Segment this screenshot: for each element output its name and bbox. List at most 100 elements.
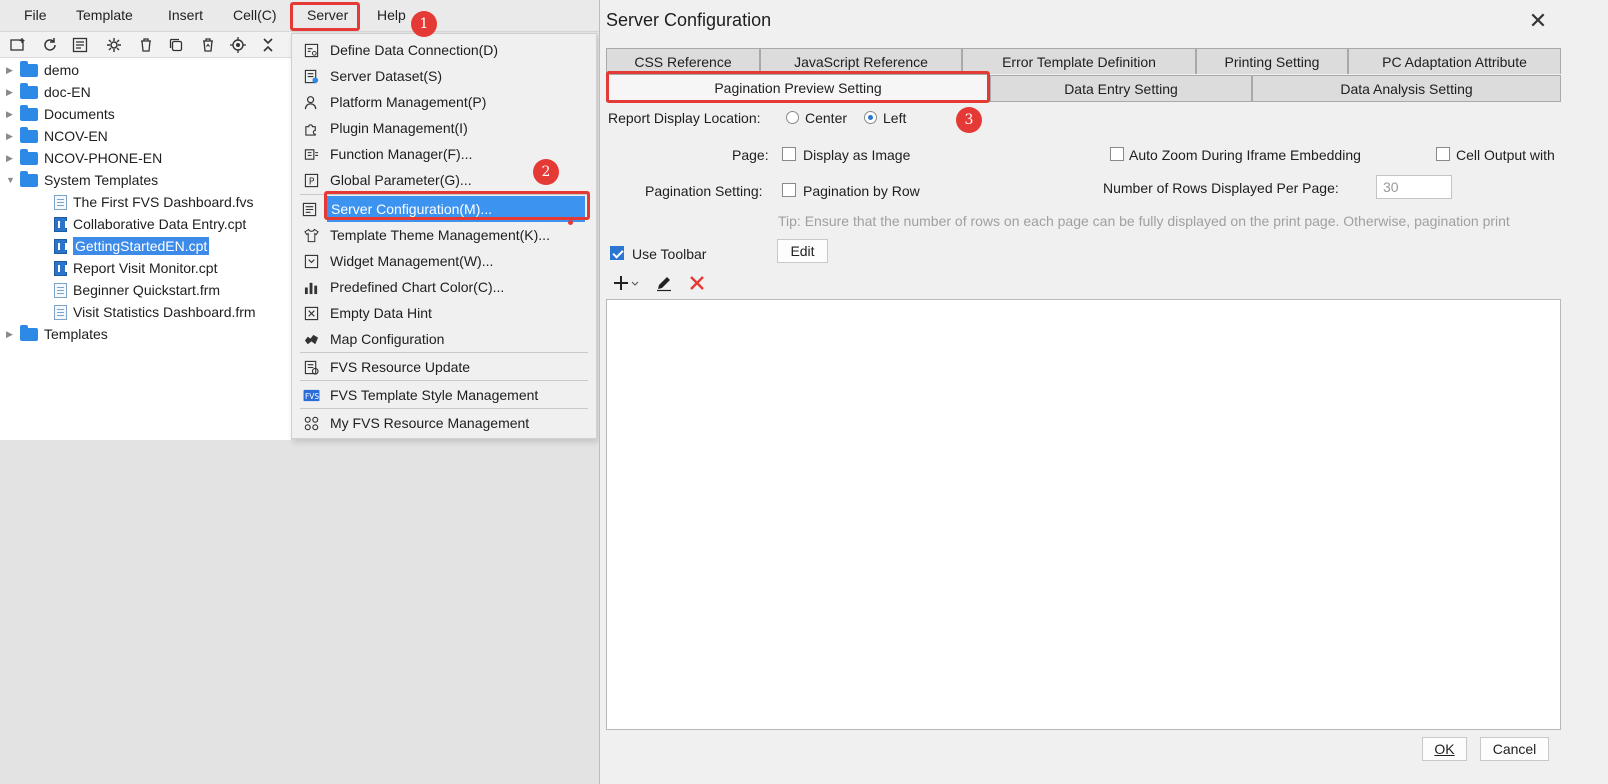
svg-text:FVS: FVS — [304, 391, 318, 400]
menu-item-my-fvs-resource[interactable]: My FVS Resource Management — [292, 410, 596, 436]
menu-item-predefined-chart-color[interactable]: Predefined Chart Color(C)... — [292, 274, 596, 300]
menu-item-platform-management[interactable]: Platform Management(P) — [292, 89, 596, 115]
server-config-icon — [302, 200, 317, 218]
folder-icon — [20, 82, 38, 99]
tree-item-demo[interactable]: ▶ demo — [6, 59, 79, 81]
callout-dot — [568, 220, 573, 225]
tree-item-report-visit-monitor[interactable]: Report Visit Monitor.cpt — [54, 257, 217, 279]
new-folder-icon[interactable] — [8, 35, 28, 55]
fvs-file-icon — [54, 194, 67, 210]
menu-item-define-data-connection[interactable]: Define Data Connection(D) — [292, 37, 596, 63]
settings-icon[interactable] — [104, 35, 124, 55]
tree-item-documents[interactable]: ▶ Documents — [6, 103, 115, 125]
copy-icon[interactable] — [166, 35, 186, 55]
theme-shirt-icon — [302, 226, 320, 244]
radio-left[interactable] — [864, 111, 877, 124]
edit-pencil-icon[interactable] — [655, 272, 677, 294]
expand-arrow-icon[interactable]: ▶ — [6, 131, 18, 142]
display-as-image-checkbox[interactable] — [782, 147, 796, 161]
menu-insert[interactable]: Insert — [168, 7, 203, 23]
template-info-icon[interactable] — [70, 35, 90, 55]
tree-item-visit-statistics[interactable]: Visit Statistics Dashboard.frm — [54, 301, 256, 323]
expand-arrow-icon[interactable]: ▶ — [6, 153, 18, 164]
tab-printing-setting[interactable]: Printing Setting — [1196, 48, 1348, 74]
tab-javascript-reference[interactable]: JavaScript Reference — [760, 48, 962, 74]
fvs-update-icon — [302, 358, 320, 376]
tree-item-templates[interactable]: ▶ Templates — [6, 323, 108, 345]
edit-button[interactable]: Edit — [777, 239, 828, 263]
add-icon[interactable] — [613, 272, 641, 294]
tree-item-beginner-quickstart[interactable]: Beginner Quickstart.frm — [54, 279, 220, 301]
auto-zoom-checkbox[interactable] — [1110, 147, 1124, 161]
menu-separator — [300, 408, 588, 409]
tree-item-system-templates[interactable]: ▼ System Templates — [6, 169, 158, 191]
collapse-arrow-icon[interactable]: ▼ — [6, 175, 18, 185]
folder-icon — [20, 104, 38, 121]
use-toolbar-label: Use Toolbar — [632, 246, 707, 262]
folder-icon — [20, 148, 38, 165]
chart-color-icon — [302, 278, 320, 296]
cancel-button[interactable]: Cancel — [1480, 737, 1549, 761]
expand-arrow-icon[interactable]: ▶ — [6, 65, 18, 76]
menu-item-fvs-template-style[interactable]: FVS FVS Template Style Management — [292, 382, 596, 408]
page-label: Page: — [732, 147, 769, 163]
menu-item-widget-management[interactable]: Widget Management(W)... — [292, 248, 596, 274]
tab-pc-adaptation[interactable]: PC Adaptation Attribute — [1348, 48, 1561, 74]
tree-item-collaborative-data-entry[interactable]: Collaborative Data Entry.cpt — [54, 213, 246, 235]
tree-item-getting-started[interactable]: GettingStartedEN.cpt — [54, 235, 210, 257]
menu-item-map-configuration[interactable]: Map Configuration — [292, 326, 596, 352]
rows-per-page-input[interactable] — [1376, 175, 1452, 199]
expand-arrow-icon[interactable]: ▶ — [6, 109, 18, 120]
empty-data-icon — [302, 304, 320, 322]
menu-server[interactable]: Server — [307, 7, 348, 23]
menu-item-server-dataset[interactable]: Server Dataset(S) — [292, 63, 596, 89]
tree-item-ncov-en[interactable]: ▶ NCOV-EN — [6, 125, 108, 147]
template-toolbar — [0, 32, 292, 58]
menu-item-fvs-resource-update[interactable]: FVS Resource Update — [292, 354, 596, 380]
pagination-by-row-checkbox[interactable] — [782, 183, 796, 197]
recycle-icon[interactable] — [198, 35, 218, 55]
menu-file[interactable]: File — [24, 7, 47, 23]
ok-button[interactable]: OK — [1422, 737, 1467, 761]
menu-item-plugin-management[interactable]: Plugin Management(I) — [292, 115, 596, 141]
server-menu-dropdown: Define Data Connection(D) Server Dataset… — [291, 33, 597, 439]
menu-separator — [300, 380, 588, 381]
template-tree: ▶ demo ▶ doc-EN ▶ Documents ▶ NCOV-EN ▶ NCOV-… — [0, 58, 292, 440]
close-icon[interactable]: ✕ — [1526, 8, 1550, 33]
map-icon — [302, 330, 320, 348]
data-connection-icon — [302, 41, 320, 59]
tab-data-analysis[interactable]: Data Analysis Setting — [1252, 75, 1561, 101]
radio-left-label: Left — [883, 110, 907, 126]
locate-icon[interactable] — [228, 35, 248, 55]
menu-item-template-theme-management[interactable]: Template Theme Management(K)... — [292, 222, 596, 248]
tab-data-entry[interactable]: Data Entry Setting — [990, 75, 1252, 101]
tree-item-fvs-dashboard[interactable]: The First FVS Dashboard.fvs — [54, 191, 254, 213]
delete-icon[interactable] — [136, 35, 156, 55]
cell-output-checkbox[interactable] — [1436, 147, 1450, 161]
tab-css-reference[interactable]: CSS Reference — [606, 48, 760, 74]
delete-x-icon[interactable] — [688, 272, 710, 294]
pagination-by-row-label: Pagination by Row — [803, 183, 920, 199]
tab-pagination-preview[interactable]: Pagination Preview Setting — [606, 74, 990, 101]
radio-center-label: Center — [805, 110, 848, 126]
tree-item-doc-en[interactable]: ▶ doc-EN — [6, 81, 91, 103]
menu-item-server-configuration[interactable]: Server Configuration(M)... — [327, 196, 585, 222]
svg-text:P: P — [308, 176, 314, 187]
callout-badge-2: 2 — [533, 159, 559, 185]
menu-template[interactable]: Template — [76, 7, 133, 23]
function-icon — [302, 145, 320, 163]
expand-arrow-icon[interactable]: ▶ — [6, 329, 18, 340]
tab-error-template[interactable]: Error Template Definition — [962, 48, 1196, 74]
collapse-icon[interactable] — [258, 35, 278, 55]
cell-output-label: Cell Output with — [1456, 147, 1555, 163]
menu-help[interactable]: Help — [377, 7, 406, 23]
expand-arrow-icon[interactable]: ▶ — [6, 87, 18, 98]
menu-cell[interactable]: Cell(C) — [233, 7, 277, 23]
refresh-icon[interactable] — [40, 35, 60, 55]
tree-item-ncov-phone-en[interactable]: ▶ NCOV-PHONE-EN — [6, 147, 162, 169]
toolbar-button-list[interactable] — [606, 299, 1561, 730]
menu-item-empty-data-hint[interactable]: Empty Data Hint — [292, 300, 596, 326]
radio-center[interactable] — [786, 111, 799, 124]
use-toolbar-checkbox[interactable] — [610, 246, 624, 260]
tab-panel-border — [606, 101, 1561, 102]
